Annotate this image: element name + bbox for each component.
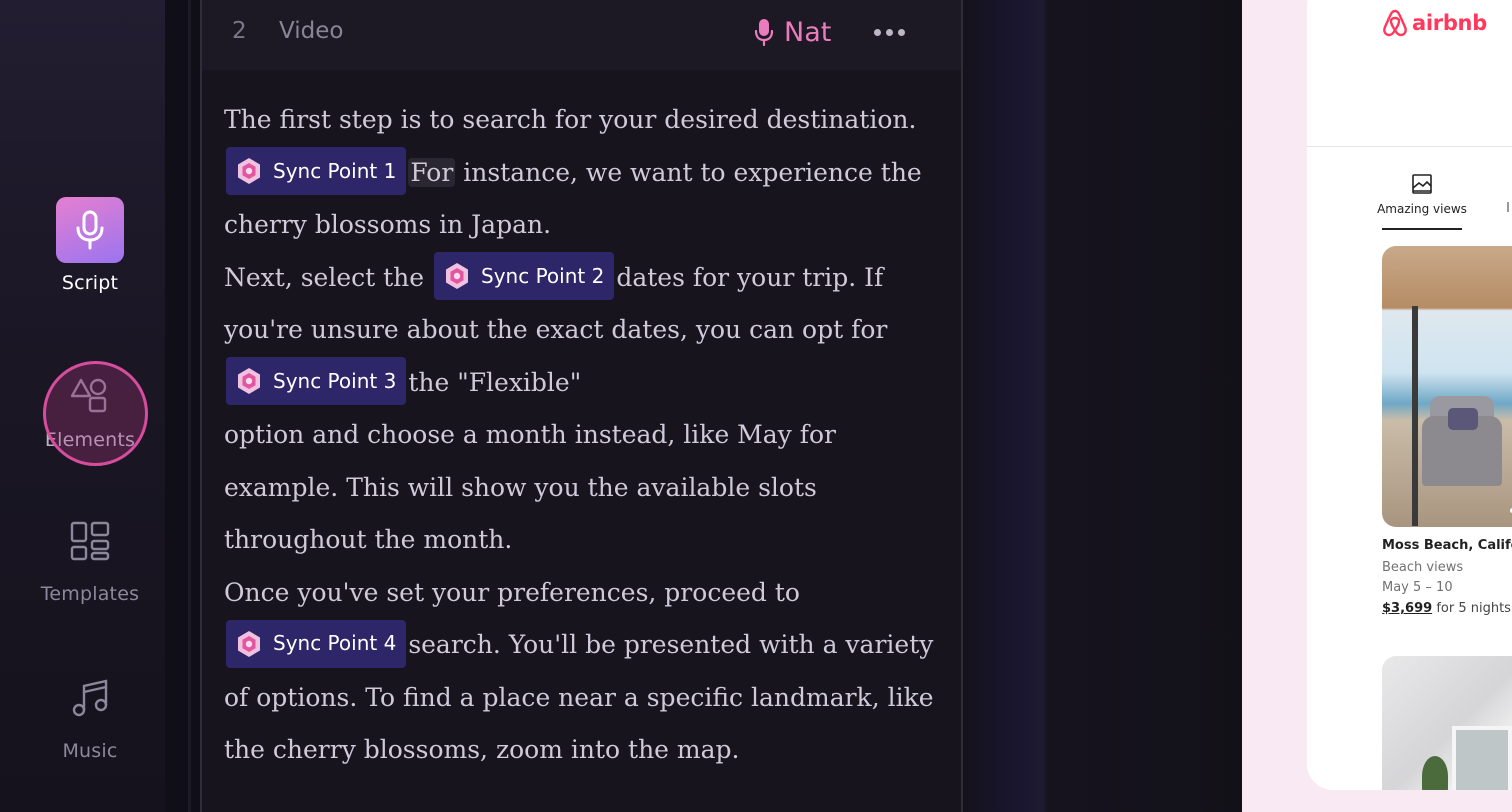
sidebar-item-label: Templates	[40, 583, 140, 605]
sidebar-item-templates[interactable]: Templates	[0, 508, 180, 605]
sync-point-chip[interactable]: Sync Point 3	[226, 357, 407, 405]
sync-point-chip[interactable]: Sync Point 2	[434, 252, 615, 300]
script-text-segment: option and choose a month instead, like …	[224, 420, 837, 554]
script-text-segment: The first step is to search for your des…	[224, 105, 917, 134]
brand-wordmark: airbnb	[1412, 11, 1487, 35]
script-text-segment: Next, select the	[224, 262, 425, 292]
sync-point-chip[interactable]: Sync Point 4	[226, 619, 407, 668]
sync-point-chip[interactable]: Sync Point 1	[226, 147, 407, 195]
sidebar-item-music[interactable]: Music	[0, 665, 180, 762]
microphone-icon	[754, 19, 774, 46]
category-label: Amazing views	[1377, 202, 1467, 216]
scene-header: 2 Video Nat	[202, 0, 961, 70]
airbnb-icon	[1383, 9, 1407, 37]
voice-selector[interactable]: Nat	[754, 12, 831, 52]
sync-hexagon-icon	[238, 158, 260, 184]
panel-gutter	[165, 0, 203, 812]
picture-frame-icon	[1412, 174, 1432, 194]
sidebar-item-script[interactable]: Script	[0, 197, 180, 294]
voice-name: Nat	[784, 16, 832, 48]
sync-point-label: Sync Point 3	[273, 368, 397, 393]
more-horizontal-icon[interactable]	[874, 20, 905, 44]
category-tab-partial	[1507, 202, 1512, 212]
scene-number: 2	[232, 18, 247, 44]
microphone-icon	[56, 197, 124, 263]
listing-subtitle: Beach views	[1382, 560, 1464, 575]
script-text-segment: Once you've set your preferences, procee…	[224, 577, 800, 607]
sync-hexagon-icon	[446, 263, 469, 289]
video-preview-frame[interactable]: airbnb Amazing views Moss Beach, Califor…	[1307, 0, 1512, 790]
listing-dates: May 5 – 10	[1382, 580, 1453, 595]
price-suffix: for 5 nights	[1436, 601, 1511, 616]
listing-price: $3,699 for 5 nights	[1382, 601, 1511, 616]
listing-photo[interactable]	[1382, 246, 1512, 527]
sidebar-item-label: Script	[61, 272, 119, 294]
click-indicator	[43, 361, 148, 466]
sync-hexagon-icon	[238, 368, 260, 394]
price-amount: $3,699	[1382, 601, 1433, 616]
listing-photo[interactable]	[1382, 656, 1512, 790]
listing-title: Moss Beach, Califor	[1382, 538, 1512, 553]
category-underline	[1382, 228, 1462, 230]
layout-grid-icon	[56, 508, 124, 574]
scene-type-label: Video	[279, 18, 344, 44]
sidebar-item-label: Music	[62, 740, 118, 762]
sync-point-label: Sync Point 4	[273, 631, 397, 656]
sync-point-label: Sync Point 1	[273, 158, 397, 183]
script-text[interactable]: The first step is to search for your des…	[224, 94, 944, 777]
script-editor: 2 Video Nat The first step is to search …	[200, 0, 963, 812]
divider	[188, 0, 191, 812]
sync-point-label: Sync Point 2	[481, 263, 605, 288]
airbnb-logo: airbnb	[1382, 9, 1487, 37]
music-note-icon	[56, 665, 124, 731]
sync-hexagon-icon	[238, 630, 260, 657]
divider	[1307, 146, 1512, 147]
script-text-segment: the "Flexible"	[408, 367, 582, 397]
category-tab-amazing-views[interactable]: Amazing views	[1377, 172, 1467, 216]
canvas-backdrop	[965, 0, 1242, 812]
highlighted-word: For	[408, 157, 456, 187]
